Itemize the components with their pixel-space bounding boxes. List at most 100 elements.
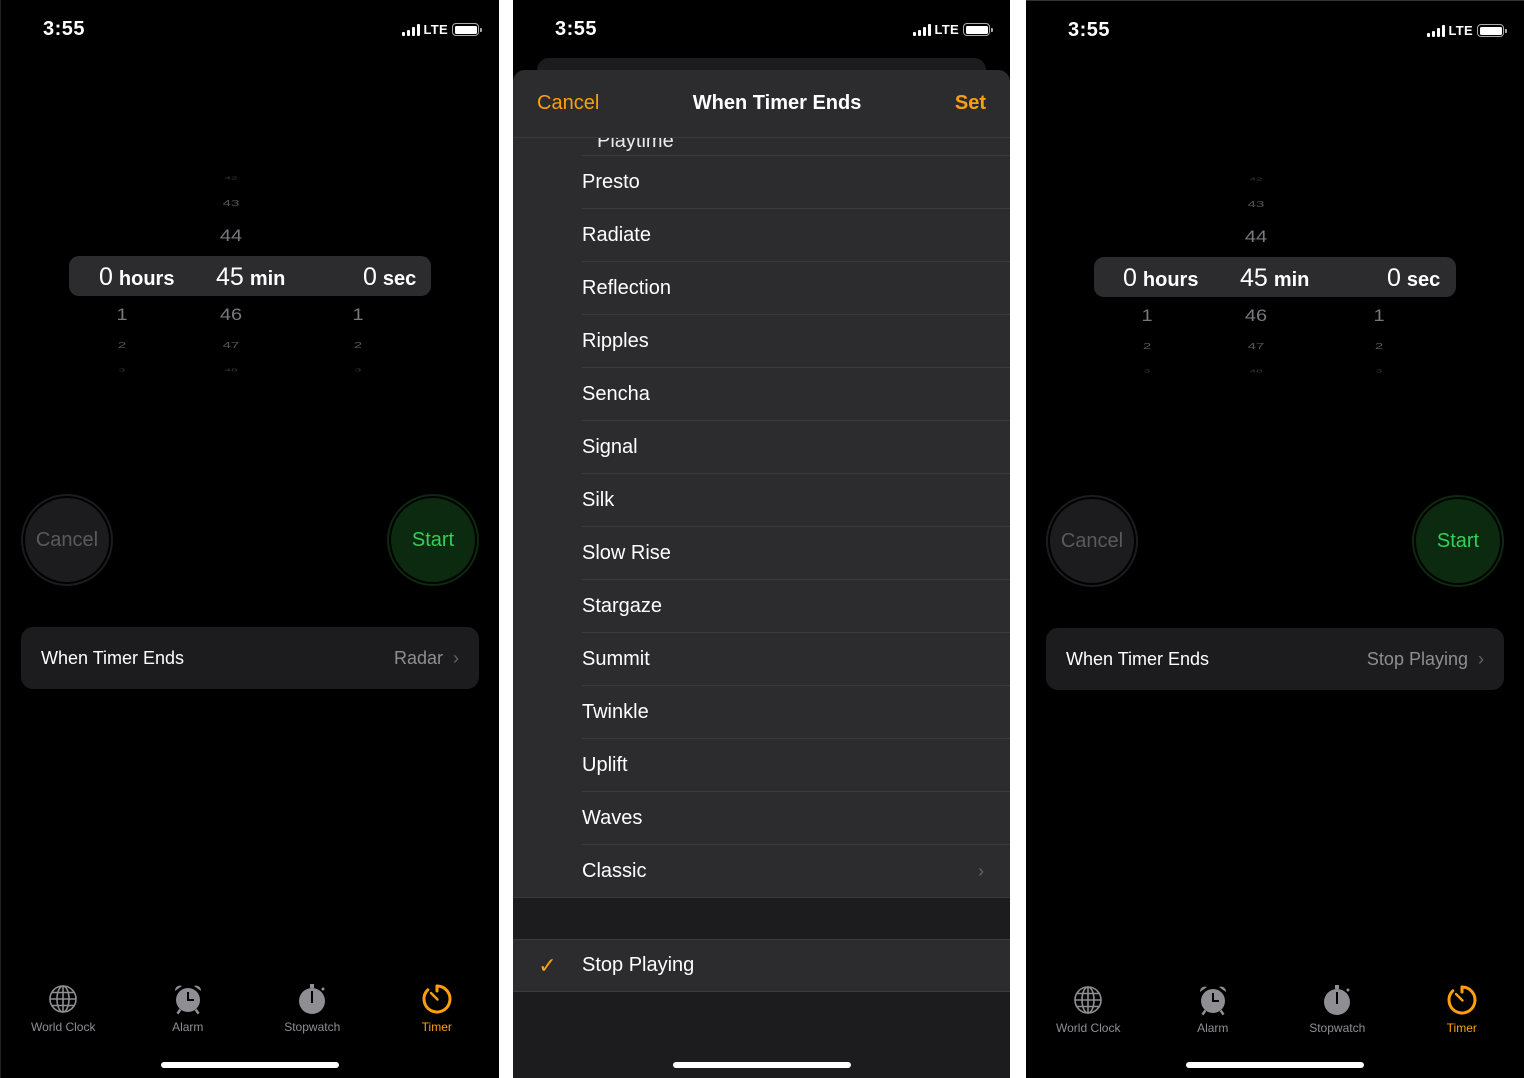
when-timer-ends-sheet-screen: 3:55 LTE Cancel When Timer Ends Set Play… — [513, 0, 1010, 1078]
cellular-signal-icon — [1426, 24, 1445, 37]
when-timer-ends-label: When Timer Ends — [1066, 648, 1210, 669]
start-button-label: Start — [391, 498, 475, 582]
list-item-reflection[interactable]: Reflection — [513, 262, 1010, 315]
tab-world-clock[interactable]: World Clock — [1, 982, 126, 1042]
battery-icon — [1477, 24, 1507, 37]
list-item-label: Stop Playing — [582, 954, 695, 976]
picker-value: 44 — [219, 226, 243, 246]
hours-value: 0 — [1123, 264, 1137, 292]
list-item-label: Slow Rise — [582, 542, 671, 564]
list-item-label: Twinkle — [582, 701, 649, 723]
picker-value: 48 — [224, 367, 238, 373]
status-time: 3:55 — [43, 18, 86, 40]
list-item-label: Waves — [582, 807, 643, 829]
selected-minutes: 45 min — [1240, 264, 1309, 293]
timer-screen-stop-playing: 3:55 LTE 1 2 3 42 43 44 46 47 48 1 2 3 0… — [1026, 0, 1524, 1078]
home-indicator[interactable] — [161, 1062, 339, 1068]
tab-label: Stopwatch — [1309, 1021, 1366, 1035]
battery-icon — [963, 23, 993, 36]
picker-value: 1 — [1373, 306, 1385, 326]
tab-timer[interactable]: Timer — [375, 982, 500, 1042]
status-indicators: LTE — [912, 22, 993, 37]
tab-stopwatch[interactable]: Stopwatch — [250, 982, 375, 1042]
duration-picker[interactable]: 1 2 3 42 43 44 46 47 48 1 2 3 0 hours 45… — [1, 160, 499, 390]
globe-icon — [1074, 986, 1103, 1014]
picker-value: 1 — [1141, 306, 1153, 326]
start-button-label: Start — [1416, 499, 1500, 583]
start-button[interactable]: Start — [1412, 495, 1504, 587]
picker-value: 3 — [118, 367, 126, 373]
sound-list[interactable]: Playtime Presto Radiate Reflection Ripples S… — [513, 138, 1010, 898]
tab-label: Alarm — [172, 1020, 204, 1034]
home-indicator[interactable] — [672, 1062, 851, 1068]
list-item-slow-rise[interactable]: Slow Rise — [513, 527, 1010, 580]
sheet-cancel-button[interactable]: Cancel — [537, 92, 599, 115]
list-item-label: Silk — [582, 489, 615, 511]
list-item-partial[interactable]: Playtime — [582, 138, 1010, 156]
list-item-uplift[interactable]: Uplift — [513, 739, 1010, 792]
list-item-label: Reflection — [582, 277, 671, 299]
alarm-clock-icon — [1199, 986, 1226, 1016]
tab-world-clock[interactable]: World Clock — [1026, 983, 1151, 1043]
when-timer-ends-row[interactable]: When Timer Ends Stop Playing › — [1046, 628, 1504, 690]
list-item-stop-playing[interactable]: ✓ Stop Playing — [513, 939, 1010, 992]
list-item-silk[interactable]: Silk — [513, 474, 1010, 527]
tab-stopwatch[interactable]: Stopwatch — [1275, 983, 1400, 1043]
cancel-button-label: Cancel — [1050, 499, 1134, 583]
stopwatch-icon — [1324, 985, 1351, 1015]
selected-hours: 0 hours — [1123, 264, 1198, 293]
picker-value: 1 — [116, 305, 128, 325]
cancel-button-label: Cancel — [25, 498, 109, 582]
selected-hours: 0 hours — [99, 263, 174, 292]
timer-icon — [1447, 985, 1477, 1015]
cancel-button[interactable]: Cancel — [1046, 495, 1138, 587]
home-indicator[interactable] — [1186, 1062, 1364, 1068]
sheet-nav-bar: Cancel When Timer Ends Set — [513, 70, 1010, 138]
alarm-clock-icon — [174, 985, 201, 1015]
list-item-waves[interactable]: Waves — [513, 792, 1010, 845]
list-item-radiate[interactable]: Radiate — [513, 209, 1010, 262]
tab-label: Stopwatch — [284, 1020, 341, 1034]
timer-icon — [422, 984, 452, 1014]
selected-minutes: 45 min — [216, 263, 285, 292]
list-item-sencha[interactable]: Sencha — [513, 368, 1010, 421]
list-item-twinkle[interactable]: Twinkle — [513, 686, 1010, 739]
when-timer-ends-row[interactable]: When Timer Ends Radar › — [21, 627, 479, 689]
globe-icon — [49, 985, 78, 1013]
list-item-ripples[interactable]: Ripples — [513, 315, 1010, 368]
chevron-right-icon: › — [453, 647, 459, 668]
picker-value: 3 — [1375, 368, 1383, 374]
seconds-value: 0 — [363, 263, 377, 291]
when-timer-ends-value: Radar — [393, 647, 443, 668]
timer-screen-radar: 3:55 LTE 1 2 3 42 43 44 46 47 48 1 2 3 0… — [0, 0, 499, 1078]
picker-value: 2 — [353, 340, 363, 351]
chevron-right-icon: › — [1478, 648, 1484, 669]
hours-unit: hours — [118, 268, 175, 290]
network-type: LTE — [1448, 23, 1473, 38]
picker-value: 2 — [1374, 341, 1384, 352]
tab-alarm[interactable]: Alarm — [126, 982, 251, 1042]
tab-label: Timer — [1446, 1021, 1477, 1035]
network-type: LTE — [423, 22, 448, 37]
picker-value: 42 — [1249, 176, 1263, 182]
list-item-signal[interactable]: Signal — [513, 421, 1010, 474]
seconds-unit: sec — [382, 268, 417, 290]
start-button[interactable]: Start — [387, 494, 479, 586]
list-item-classic[interactable]: Classic › — [513, 845, 1010, 898]
status-indicators: LTE — [401, 22, 482, 37]
tab-timer[interactable]: Timer — [1400, 983, 1524, 1043]
cancel-button[interactable]: Cancel — [21, 494, 113, 586]
tab-alarm[interactable]: Alarm — [1151, 983, 1276, 1043]
list-item-stargaze[interactable]: Stargaze — [513, 580, 1010, 633]
sheet-set-button[interactable]: Set — [955, 92, 986, 115]
seconds-value: 0 — [1387, 264, 1401, 292]
duration-picker[interactable]: 1 2 3 42 43 44 46 47 48 1 2 3 0 hours 45… — [1026, 161, 1524, 391]
stopwatch-icon — [299, 984, 326, 1014]
list-item-summit[interactable]: Summit — [513, 633, 1010, 686]
list-item-presto[interactable]: Presto — [513, 156, 1010, 209]
picker-value: 3 — [1143, 368, 1151, 374]
picker-value: 47 — [222, 340, 240, 351]
sound-picker-sheet: Cancel When Timer Ends Set Playtime Pres… — [513, 70, 1010, 1078]
hours-value: 0 — [99, 263, 113, 291]
picker-value: 46 — [219, 305, 243, 325]
